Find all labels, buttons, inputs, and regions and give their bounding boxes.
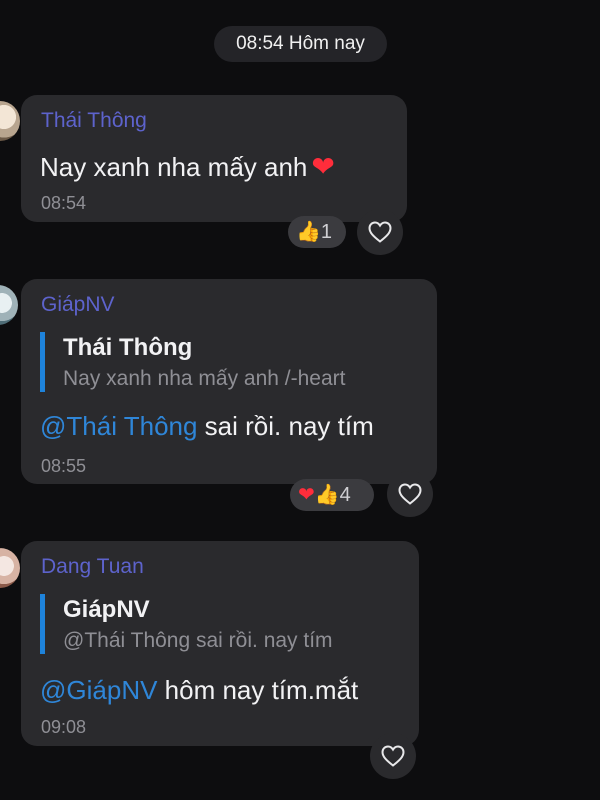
sender-name[interactable]: Dang Tuan	[41, 555, 144, 579]
avatar[interactable]	[0, 285, 18, 325]
reaction-count: 4	[339, 484, 351, 506]
heart-outline-icon	[381, 745, 405, 767]
message-text: @Thái Thông sai rồi. nay tím	[40, 411, 374, 441]
thumbs-up-icon: 👍	[296, 221, 321, 243]
message-time: 08:55	[41, 456, 87, 476]
message-bubble[interactable]: Dang Tuan GiápNV @Thái Thông sai rồi. na…	[21, 541, 419, 746]
chat-screen: 08:54 Hôm nay Thái Thông Nay xanh nha mấ…	[0, 0, 600, 800]
reaction-summary[interactable]: 👍1	[288, 216, 346, 248]
reaction-count: 1	[320, 221, 333, 243]
thumbs-up-icon: 👍	[314, 484, 340, 506]
message-bubble[interactable]: Thái Thông Nay xanh nha mấy anh ❤ 08:54	[21, 95, 407, 222]
date-separator: 08:54 Hôm nay	[214, 26, 387, 62]
reaction-summary[interactable]: ❤👍4	[290, 479, 374, 511]
quoted-reply[interactable]: GiápNV @Thái Thông sai rồi. nay tím	[40, 594, 333, 654]
heart-outline-icon	[368, 221, 392, 243]
sender-name[interactable]: GiápNV	[41, 293, 115, 317]
quote-text: Nay xanh nha mấy anh /-heart	[63, 367, 346, 390]
react-button[interactable]	[370, 733, 416, 779]
quote-text: @Thái Thông sai rồi. nay tím	[63, 629, 333, 652]
heart-emoji-icon: ❤	[311, 151, 335, 182]
heart-reaction-icon: ❤	[298, 484, 315, 506]
sender-name[interactable]: Thái Thông	[41, 109, 147, 133]
quoted-reply[interactable]: Thái Thông Nay xanh nha mấy anh /-heart	[40, 332, 346, 392]
avatar[interactable]	[0, 548, 20, 588]
quote-author: Thái Thông	[63, 334, 193, 361]
heart-outline-icon	[398, 483, 422, 505]
quote-author: GiápNV	[63, 596, 150, 623]
message-text: Nay xanh nha mấy anh ❤	[40, 151, 335, 182]
message-time: 09:08	[41, 717, 87, 737]
react-button[interactable]	[387, 471, 433, 517]
react-button[interactable]	[357, 209, 403, 255]
mention-link[interactable]: @Thái Thông	[40, 411, 197, 441]
avatar[interactable]	[0, 101, 20, 141]
message-text: @GiápNV hôm nay tím.mắt	[40, 675, 359, 705]
message-bubble[interactable]: GiápNV Thái Thông Nay xanh nha mấy anh /…	[21, 279, 437, 484]
mention-link[interactable]: @GiápNV	[40, 675, 157, 705]
message-time: 08:54	[41, 193, 87, 213]
